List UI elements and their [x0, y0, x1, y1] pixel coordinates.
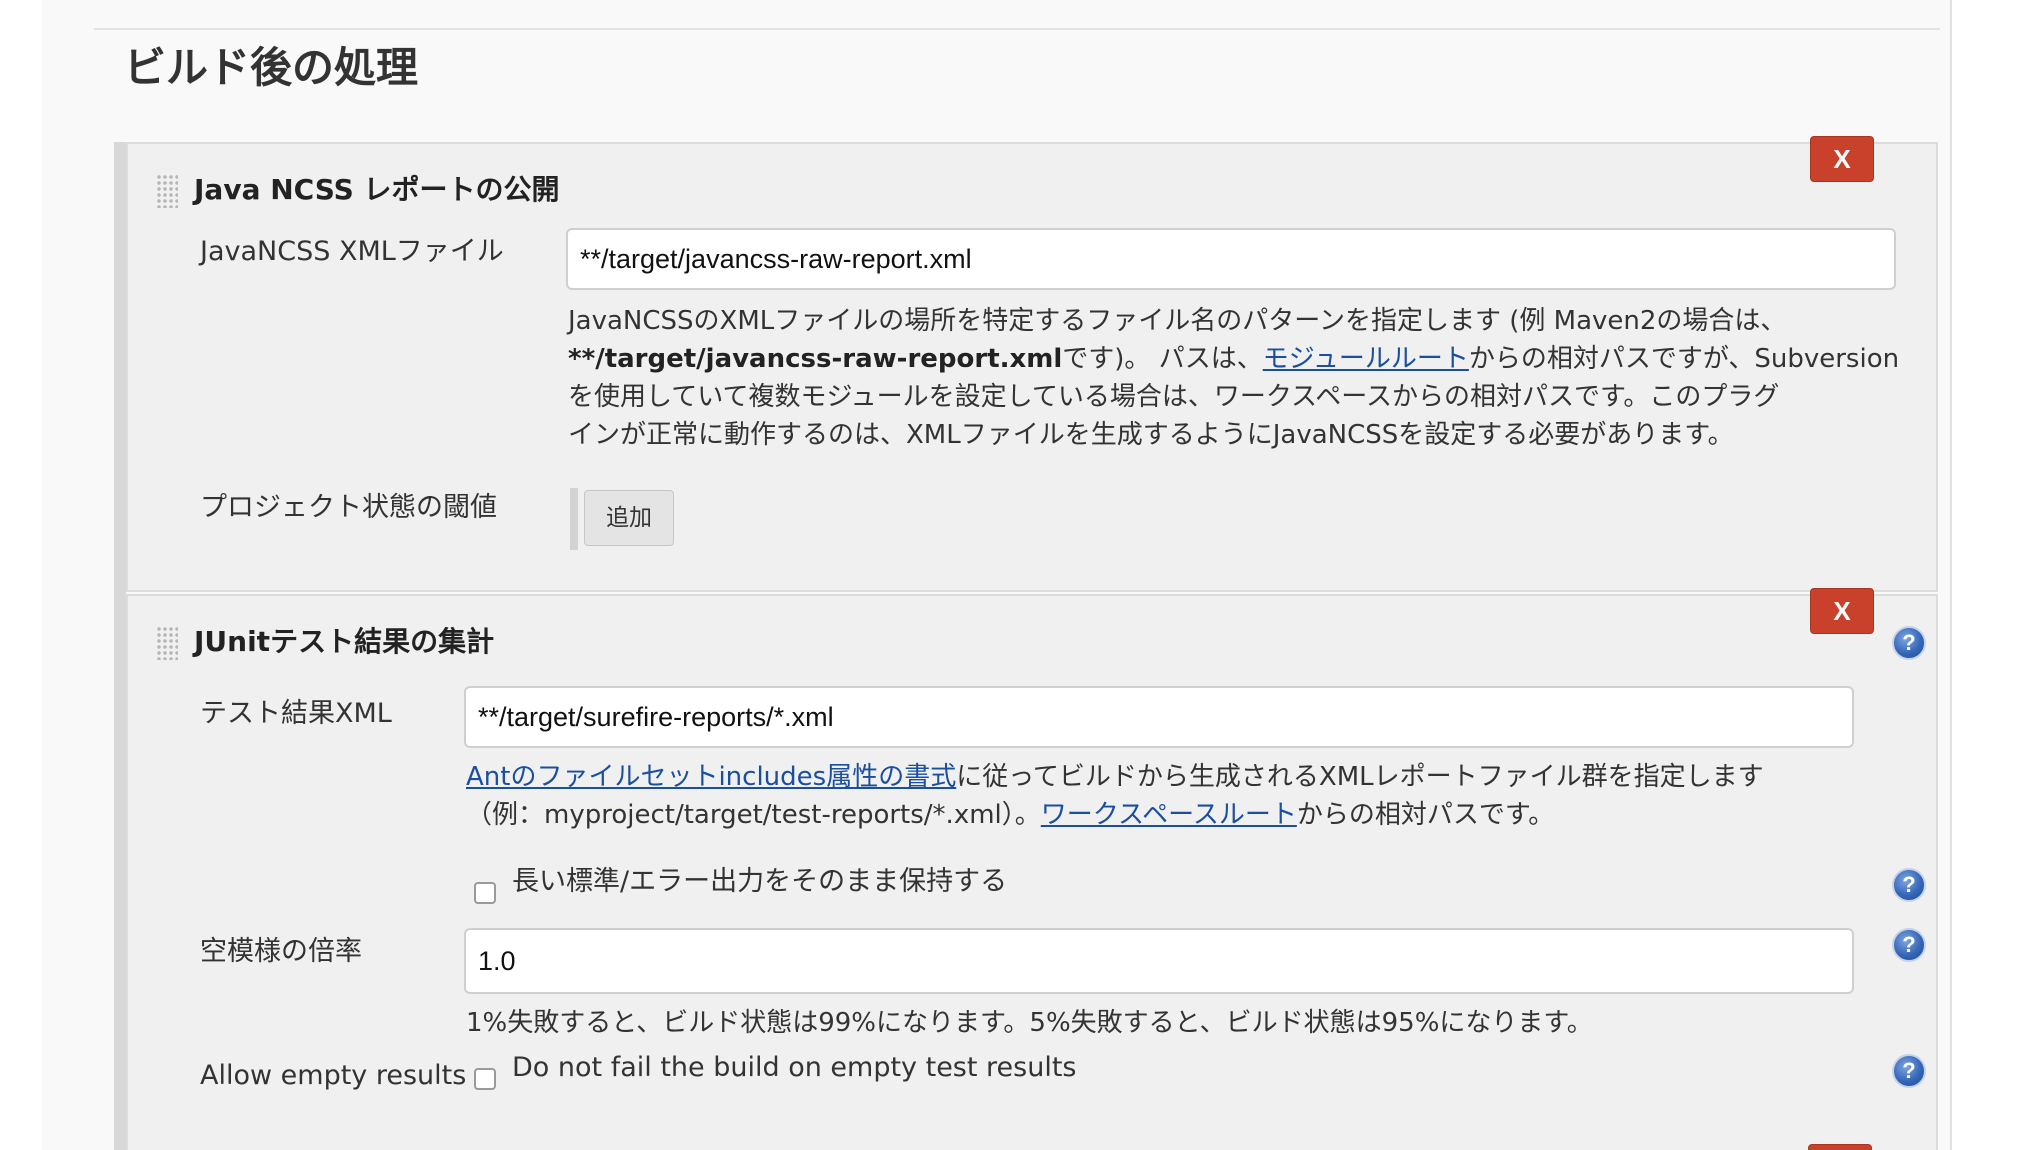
add-threshold-button[interactable]: 追加 [584, 490, 674, 546]
javancss-xml-help: JavaNCSSのXMLファイルの場所を特定するファイル名のパターンを指定します… [568, 302, 1908, 454]
javancss-help-line-3: を使用していて複数モジュールを設定している場合は、ワークスペースからの相対パスで… [568, 382, 1780, 412]
javancss-xml-input[interactable] [566, 228, 1896, 290]
test-results-label: テスト結果XML [200, 698, 392, 729]
keep-long-stdio-checkbox[interactable] [474, 882, 496, 904]
javancss-help-line-1: JavaNCSSのXMLファイルの場所を特定するファイル名のパターンを指定します… [568, 306, 1787, 336]
keep-long-stdio-label[interactable]: 長い標準/エラー出力をそのまま保持する [512, 862, 1007, 902]
allow-empty-label: Allow empty results [200, 1060, 467, 1091]
help-icon[interactable]: ? [1892, 626, 1926, 660]
test-results-help-text: からの相対パスです。 [1296, 800, 1555, 830]
help-icon[interactable]: ? [1892, 928, 1926, 962]
delete-junit-button[interactable]: X [1810, 588, 1874, 634]
workspace-root-link[interactable]: ワークスペースルート [1041, 800, 1297, 830]
test-results-help-text: （例：myproject/target/test-reports/*.xml）。 [466, 800, 1041, 830]
javancss-help-line-4: インが正常に動作するのは、XMLファイルを生成するようにJavaNCSSを設定す… [568, 420, 1734, 450]
next-block-delete-button[interactable] [1808, 1144, 1872, 1150]
test-results-help-text: に従ってビルドから生成されるXMLレポートファイル群を指定します [956, 762, 1764, 792]
javancss-help-text: からの相対パスですが、Subversion [1468, 344, 1900, 374]
allow-empty-check-label[interactable]: Do not fail the build on empty test resu… [512, 1048, 1077, 1088]
test-results-help: Antのファイルセットincludes属性の書式に従ってビルドから生成されるXM… [466, 758, 1866, 834]
help-icon[interactable]: ? [1892, 868, 1926, 902]
javancss-pattern-example: **/target/javancss-raw-report.xml [568, 344, 1063, 374]
javancss-publisher-block: Java NCSS レポートの公開 X JavaNCSS XMLファイル Jav… [126, 136, 1938, 592]
help-icon[interactable]: ? [1892, 1054, 1926, 1088]
threshold-label: プロジェクト状態の閾値 [200, 492, 497, 523]
page: ビルド後の処理 Java NCSS レポートの公開 X JavaNCSS XML… [0, 0, 2018, 1150]
divider [94, 28, 1940, 30]
config-panel: ビルド後の処理 Java NCSS レポートの公開 X JavaNCSS XML… [42, 0, 1952, 1150]
junit-block-title: JUnitテスト結果の集計 [194, 625, 495, 658]
section-sidebar-bar [114, 142, 126, 1150]
health-scale-help: 1%失敗すると、ビルド状態は99%になります。5%失敗すると、ビルド状態は95%… [466, 1008, 1593, 1038]
test-results-help-line-2: （例：myproject/target/test-reports/*.xml）。… [466, 796, 1866, 834]
health-scale-input[interactable] [464, 928, 1854, 994]
ant-fileset-link[interactable]: Antのファイルセットincludes属性の書式 [466, 762, 956, 792]
javancss-xml-label: JavaNCSS XMLファイル [200, 236, 504, 267]
module-root-link[interactable]: モジュールルート [1263, 344, 1469, 374]
test-results-help-line-1: Antのファイルセットincludes属性の書式に従ってビルドから生成されるXM… [466, 758, 1866, 796]
javancss-help-text: です)。 パスは、 [1062, 344, 1263, 374]
delete-javancss-button[interactable]: X [1810, 136, 1874, 182]
left-gutter [0, 0, 43, 1150]
test-results-input[interactable] [464, 686, 1854, 748]
javancss-help-line-2: **/target/javancss-raw-report.xmlです)。 パス… [568, 340, 1908, 378]
javancss-block-title: Java NCSS レポートの公開 [194, 173, 560, 206]
health-scale-label: 空模様の倍率 [200, 936, 362, 967]
allow-empty-checkbox[interactable] [474, 1068, 496, 1090]
section-title: ビルド後の処理 [124, 43, 419, 92]
junit-publisher-block: JUnitテスト結果の集計 X ? テスト結果XML Antのファイルセットin… [126, 588, 1938, 1150]
repeatable-bar [570, 488, 578, 550]
drag-handle-icon[interactable] [156, 626, 178, 660]
drag-handle-icon[interactable] [156, 174, 178, 208]
